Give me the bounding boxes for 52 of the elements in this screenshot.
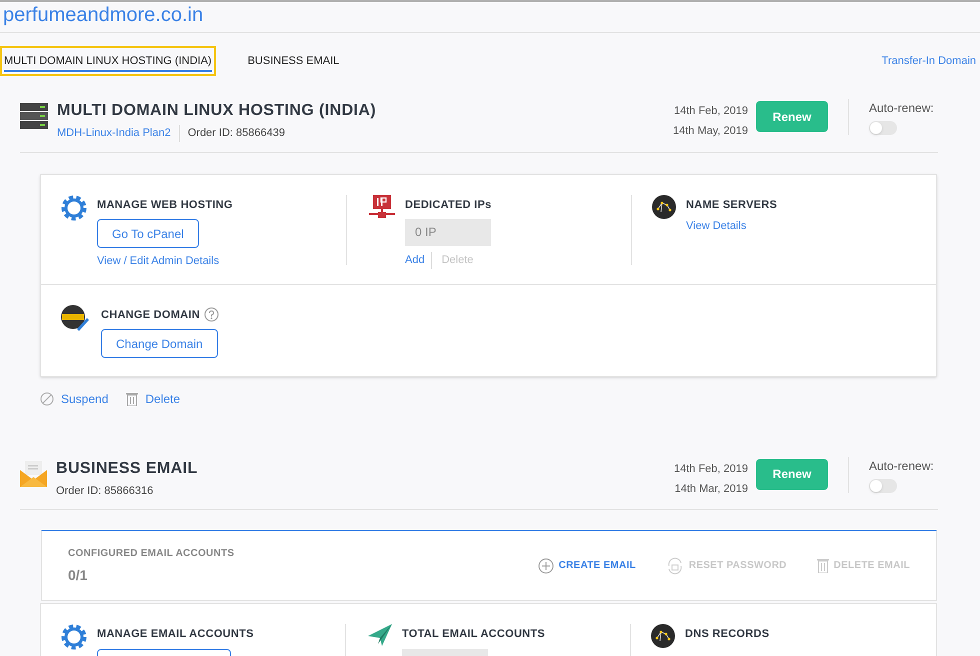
www-globe-pencil-icon [61,304,89,330]
renew-button[interactable]: Renew [756,101,828,132]
admin-details-link[interactable]: View / Edit Admin Details [97,253,233,270]
panel-title: CHANGE DOMAIN [101,308,200,322]
product-title: MULTI DOMAIN LINUX HOSTING (INDIA) [57,101,378,121]
panel-title: MANAGE EMAIL ACCOUNTS [97,627,254,642]
help-icon [204,307,219,322]
panel-title: MANAGE WEB HOSTING [97,198,233,212]
lock-refresh-icon [666,556,684,574]
delete-link[interactable]: Delete [145,390,180,408]
date-text: 14th Feb, 2019 [674,104,748,119]
auto-renew-label: Auto-renew: [869,458,935,474]
toggle-switch[interactable] [869,478,897,492]
add-link[interactable]: Add [405,252,432,268]
tab[interactable]: BUSINESS EMAIL [244,46,344,76]
product-title: BUSINESS EMAIL [56,458,199,478]
envelope-icon [20,460,47,486]
cpanel-button[interactable]: Go To cPanel [97,219,199,248]
order-id: Order ID: 85866316 [56,484,154,498]
constellation-icon [651,624,675,648]
plan-link[interactable]: MDH-Linux-India Plan2 [57,125,180,142]
ip-count-field: 0 IP [405,219,491,246]
renew-button[interactable]: Renew [756,458,828,490]
site-title: perfumeandmore.co.in [0,2,980,33]
panel-title: DNS RECORDS [685,627,770,642]
gear-icon [61,624,87,650]
toggle-switch[interactable] [869,121,897,135]
configured-label: CONFIGURED EMAIL ACCOUNTS [68,546,236,560]
email-action-link[interactable]: CREATE EMAIL [558,558,636,573]
configured-count: 0/1 [68,566,88,584]
date-text: 14th Feb, 2019 [674,462,748,476]
ip-network-icon [369,194,395,218]
panel-title: NAME SERVERS [686,198,778,212]
view-details-link[interactable]: View Details [686,218,778,234]
prohibited-icon [40,392,54,406]
paper-plane-icon [368,624,392,646]
auto-renew-label: Auto-renew: [869,100,935,117]
change-domain-button[interactable]: Change Domain [101,329,218,358]
date-text: 14th Mar, 2019 [674,482,748,496]
panel-title: TOTAL EMAIL ACCOUNTS [402,627,545,642]
trash-icon [126,392,138,406]
order-id: Order ID: 85866439 [186,126,285,141]
date-text: 14th May, 2019 [672,124,748,139]
gear-icon [61,194,87,220]
trash-icon [816,558,829,573]
server-icon [20,103,48,129]
plus-circle-icon [538,558,554,574]
constellation-icon [652,194,676,218]
transfer-link[interactable]: Transfer-In Domain [882,52,976,70]
suspend-link[interactable]: Suspend [61,390,108,408]
tab[interactable]: MULTI DOMAIN LINUX HOSTING (INDIA) [0,46,216,76]
panel-title: DEDICATED IPs [405,198,492,212]
